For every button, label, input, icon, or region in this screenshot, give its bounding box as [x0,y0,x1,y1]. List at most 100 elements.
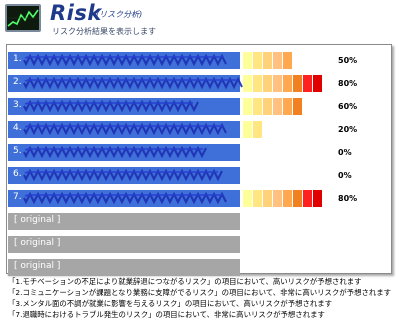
redacted-text-icon [23,192,227,204]
risk-meter-cell [263,98,272,115]
risk-meter-cell [303,144,312,161]
risk-meter-cell [253,52,262,69]
risk-meter-cell [253,190,262,207]
risk-meter-cell [273,144,282,161]
risk-meter-cell [293,121,302,138]
risk-meter-cell [293,144,302,161]
legend-line: 「1.モチベーションの不足により就業辞退につながるリスク」の項目において、高いリ… [8,277,362,286]
risk-percent: 80% [338,194,358,203]
risk-row[interactable]: 2. [8,75,243,92]
risk-row[interactable]: 3. [8,98,240,115]
risk-meter-cell [283,52,292,69]
risk-meter-cell [293,52,302,69]
risk-meter-cell [243,190,252,207]
risk-meter-cell [263,167,272,184]
row-label: [ original ] [14,261,61,271]
risk-row[interactable]: 5. [8,144,240,161]
row-label: 2. [13,77,22,87]
risk-meter-cell [253,75,262,92]
risk-meter-cell [283,121,292,138]
risk-meter-cell [273,121,282,138]
row-label: 1. [13,54,22,64]
page-subtitle: (リスク分析) [96,10,143,19]
risk-meter-cell [273,190,282,207]
risk-meter-cell [243,144,252,161]
risk-meter-cell [313,52,322,69]
risk-meter-cell [283,75,292,92]
risk-meter-cell [313,167,322,184]
risk-meter-cell [263,52,272,69]
risk-row[interactable]: 4. [8,121,240,138]
original-row[interactable]: [ original ] [8,236,240,253]
original-row[interactable]: [ original ] [8,259,240,276]
risk-meter-cell [313,121,322,138]
risk-percent: 50% [338,56,358,65]
risk-meter [243,144,323,161]
risk-percent: 0% [338,171,352,180]
risk-meter-cell [253,98,262,115]
risk-meter-cell [243,75,252,92]
row-label: 6. [13,169,22,179]
risk-meter-cell [243,167,252,184]
risk-meter-cell [283,190,292,207]
redacted-text-icon [23,54,227,66]
risk-meter-cell [313,144,322,161]
risk-meter-cell [303,52,312,69]
legend-line: 「7.退職時におけるトラブル発生のリスク」の項目において、非常に高いリスクが予想… [8,310,325,319]
risk-meter-cell [273,75,282,92]
page-description: リスク分析結果を表示します [52,27,156,36]
risk-meter-cell [313,190,322,207]
risk-meter-cell [263,121,272,138]
row-label: 4. [13,123,22,133]
risk-meter [243,167,323,184]
risk-meter-cell [253,167,262,184]
risk-meter-cell [293,167,302,184]
risk-meter-cell [283,144,292,161]
risk-percent: 60% [338,102,358,111]
risk-meter-cell [263,75,272,92]
risk-legend: 「1.モチベーションの不足により就業辞退につながるリスク」の項目において、高いリ… [6,275,396,327]
row-label: 7. [13,192,22,202]
risk-meter-cell [253,144,262,161]
risk-meter [243,190,323,207]
risk-meter [243,52,323,69]
redacted-text-icon [23,100,199,112]
header: Risk (リスク分析) リスク分析結果を表示します [0,0,400,38]
risk-percent: 20% [338,125,358,134]
risk-meter [243,121,323,138]
risk-row[interactable]: 6. [8,167,240,184]
risk-meter [243,75,323,92]
risk-meter-cell [243,52,252,69]
risk-meter-cell [293,98,302,115]
risk-meter-cell [283,167,292,184]
row-label: 3. [13,100,22,110]
risk-meter-cell [273,98,282,115]
risk-percent: 0% [338,148,352,157]
risk-meter-cell [313,98,322,115]
risk-meter-cell [253,121,262,138]
risk-percent: 80% [338,79,358,88]
redacted-text-icon [23,123,227,135]
row-label: [ original ] [14,215,61,225]
risk-meter [243,98,323,115]
risk-meter-cell [273,52,282,69]
row-label: [ original ] [14,238,61,248]
page-title: Risk [50,1,102,25]
app-logo-icon [5,4,41,32]
redacted-text-icon [23,169,223,181]
risk-row[interactable]: 7. [8,190,240,207]
risk-meter-cell [243,98,252,115]
risk-meter-cell [263,144,272,161]
risk-meter-cell [273,167,282,184]
redacted-text-icon [23,146,207,158]
risk-meter-cell [303,190,312,207]
risk-meter-cell [263,190,272,207]
risk-meter-cell [293,75,302,92]
risk-meter-cell [303,121,312,138]
legend-line: 「3.メンタル面の不調が就業に影響を与えるリスク」の項目において、高いリスクが予… [8,299,333,308]
risk-meter-cell [303,167,312,184]
risk-meter-cell [293,190,302,207]
risk-row[interactable]: 1. [8,52,240,69]
risk-meter-cell [243,121,252,138]
original-row[interactable]: [ original ] [8,213,240,230]
